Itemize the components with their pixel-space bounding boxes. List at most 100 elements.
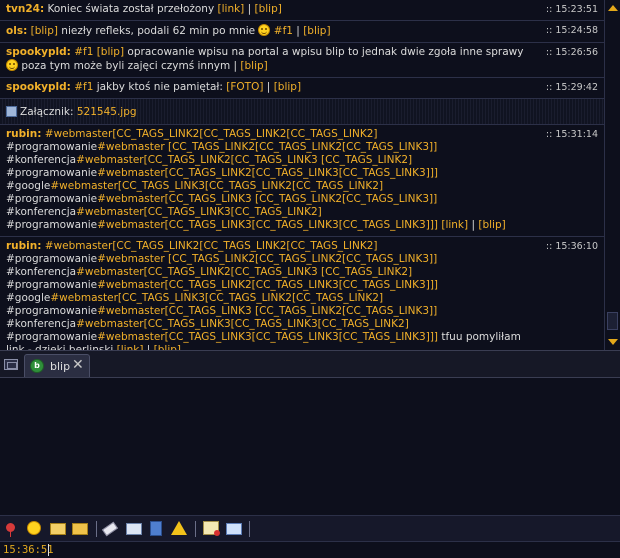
message-link[interactable]: #webmaster[CC_TAGS_LINK3[CC_TAGS_LINK3[C… <box>97 219 468 231</box>
message-link[interactable]: #webmaster[CC_TAGS_LINK2[CC_TAGS_LINK3[C… <box>97 167 438 179</box>
chat-message: ols: [blip] niezły refleks, podali 62 mi… <box>0 21 604 43</box>
blip-logo-icon: b <box>30 359 44 373</box>
input-line[interactable]: 15:36:51 <box>0 541 620 558</box>
clock: 15:36:51 <box>3 544 54 556</box>
chat-log[interactable]: tvn24: Koniec świata został przełożony [… <box>0 0 604 350</box>
message-timestamp: :: 15:29:42 <box>545 82 598 93</box>
attachment-file-link[interactable]: 521545.jpg <box>77 106 137 118</box>
contact-card-icon[interactable] <box>126 523 142 535</box>
attachment-row[interactable]: Załącznik: 521545.jpg <box>0 99 604 125</box>
empty-panel <box>0 378 620 515</box>
tab-bar: b blip ✕ <box>0 350 620 378</box>
smiley-icon <box>258 24 271 36</box>
message-text: #programowanie <box>6 167 98 179</box>
compose-toolbar <box>0 515 620 541</box>
toolbar-separator <box>96 521 97 537</box>
message-text: opracowanie wpisu na portal a wpisu blip… <box>124 46 524 58</box>
message-nick[interactable]: spookypld: <box>6 46 71 58</box>
message-link[interactable]: [blip] <box>274 81 301 93</box>
smiley-icon <box>6 59 18 71</box>
message-link[interactable]: #f1 <box>270 25 293 37</box>
tab-list-icon[interactable] <box>4 359 18 370</box>
message-text: | <box>292 25 304 37</box>
toolbar-separator <box>249 521 250 537</box>
message-link[interactable]: [link] <box>218 3 245 15</box>
warning-icon[interactable] <box>171 521 187 535</box>
message-timestamp: :: 15:36:10 <box>545 241 598 252</box>
message-text: #programowanie <box>6 219 98 231</box>
chat-message: spookypld: #f1 jakby ktoś nie pamiętał: … <box>0 78 604 99</box>
message-text: #konferencja <box>6 206 77 218</box>
message-text: | <box>468 219 479 231</box>
message-text: niezły refleks, podali 62 min po mnie <box>57 25 259 37</box>
message-text: #konferencja <box>6 318 77 330</box>
message-text: #programowanie <box>6 331 98 343</box>
close-tab-icon[interactable]: ✕ <box>72 357 84 373</box>
scroll-down-arrow-icon[interactable] <box>608 339 618 345</box>
message-text: #konferencja <box>6 154 77 166</box>
folder-icon[interactable] <box>72 523 88 535</box>
message-nick[interactable]: tvn24: <box>6 3 44 15</box>
scroll-thumb[interactable] <box>607 312 618 330</box>
message-text: #google <box>6 292 51 304</box>
eraser-icon[interactable] <box>101 521 119 537</box>
emoticon-icon[interactable] <box>27 521 41 535</box>
message-text: #google <box>6 180 51 192</box>
chat-message: rubin: #webmaster[CC_TAGS_LINK2[CC_TAGS_… <box>0 237 604 350</box>
message-link[interactable]: #f1 [blip] <box>71 46 124 58</box>
message-text: jakby ktoś nie pamiętał: <box>93 81 227 93</box>
chat-scrollbar[interactable] <box>604 0 620 350</box>
message-link[interactable]: [blip] <box>255 3 282 15</box>
message-text: | <box>263 81 274 93</box>
message-timestamp: :: 15:26:56 <box>545 47 598 58</box>
message-link[interactable]: #webmaster [CC_TAGS_LINK2[CC_TAGS_LINK2[… <box>97 141 437 153</box>
message-link[interactable]: #webmaster[CC_TAGS_LINK2[CC_TAGS_LINK2[C… <box>41 240 378 252</box>
message-text: Koniec świata został przełożony <box>44 3 218 15</box>
message-nick[interactable]: ols: <box>6 25 27 37</box>
chat-message: tvn24: Koniec świata został przełożony [… <box>0 0 604 21</box>
message-text: | <box>244 3 255 15</box>
message-nick[interactable]: rubin: <box>6 240 41 252</box>
message-link[interactable]: #webmaster[CC_TAGS_LINK3[CC_TAGS_LINK2] <box>76 206 322 218</box>
message-link[interactable]: #webmaster[CC_TAGS_LINK2[CC_TAGS_LINK3 [… <box>76 154 412 166</box>
message-text: #programowanie <box>6 193 98 205</box>
message-text: poza tym może byli zajęci czymś innym | <box>18 60 241 72</box>
message-link[interactable]: #webmaster[CC_TAGS_LINK3[CC_TAGS_LINK3[C… <box>76 318 409 330</box>
message-link[interactable]: #f1 <box>71 81 93 93</box>
pin-icon[interactable] <box>6 523 15 537</box>
message-link[interactable]: #webmaster[CC_TAGS_LINK3[CC_TAGS_LINK2[C… <box>50 292 383 304</box>
note-icon[interactable] <box>203 521 220 536</box>
attachment-label: Załącznik: <box>20 106 77 118</box>
message-link[interactable]: [blip] <box>240 60 267 72</box>
message-text: #programowanie <box>6 279 98 291</box>
tab-blip[interactable]: b blip ✕ <box>24 354 90 377</box>
message-link[interactable]: #webmaster[CC_TAGS_LINK3 [CC_TAGS_LINK2[… <box>97 193 437 205</box>
text-cursor <box>48 544 49 556</box>
message-link[interactable]: #webmaster[CC_TAGS_LINK3[CC_TAGS_LINK2[C… <box>50 180 383 192</box>
attachment-icon <box>6 106 17 117</box>
message-nick[interactable]: spookypld: <box>6 81 71 93</box>
message-timestamp: :: 15:24:58 <box>545 25 598 36</box>
open-book-icon[interactable] <box>226 523 242 535</box>
message-link[interactable]: [blip] <box>478 219 505 231</box>
message-nick[interactable]: rubin: <box>6 128 41 140</box>
message-text: #konferencja <box>6 266 77 278</box>
chat-message: rubin: #webmaster[CC_TAGS_LINK2[CC_TAGS_… <box>0 125 604 237</box>
message-link[interactable]: #webmaster[CC_TAGS_LINK3 [CC_TAGS_LINK2[… <box>97 305 437 317</box>
message-link[interactable]: [FOTO] <box>226 81 263 93</box>
book-icon[interactable] <box>150 521 162 536</box>
message-link[interactable]: #webmaster[CC_TAGS_LINK2[CC_TAGS_LINK2[C… <box>41 128 378 140</box>
folder-open-icon[interactable] <box>50 523 66 535</box>
scroll-up-arrow-icon[interactable] <box>608 5 618 11</box>
message-link[interactable]: #webmaster[CC_TAGS_LINK2[CC_TAGS_LINK3[C… <box>97 279 438 291</box>
message-timestamp: :: 15:23:51 <box>545 4 598 15</box>
chat-message: spookypld: #f1 [blip] opracowanie wpisu … <box>0 43 604 78</box>
message-link[interactable]: #webmaster[CC_TAGS_LINK3[CC_TAGS_LINK3[C… <box>97 331 438 343</box>
message-link[interactable]: #webmaster [CC_TAGS_LINK2[CC_TAGS_LINK2[… <box>97 253 437 265</box>
message-text: #programowanie <box>6 305 98 317</box>
message-link[interactable]: [blip] <box>27 25 58 37</box>
message-link[interactable]: #webmaster[CC_TAGS_LINK2[CC_TAGS_LINK3 [… <box>76 266 412 278</box>
message-link[interactable]: [blip] <box>303 25 330 37</box>
toolbar-separator <box>195 521 196 537</box>
message-text: #programowanie <box>6 141 98 153</box>
